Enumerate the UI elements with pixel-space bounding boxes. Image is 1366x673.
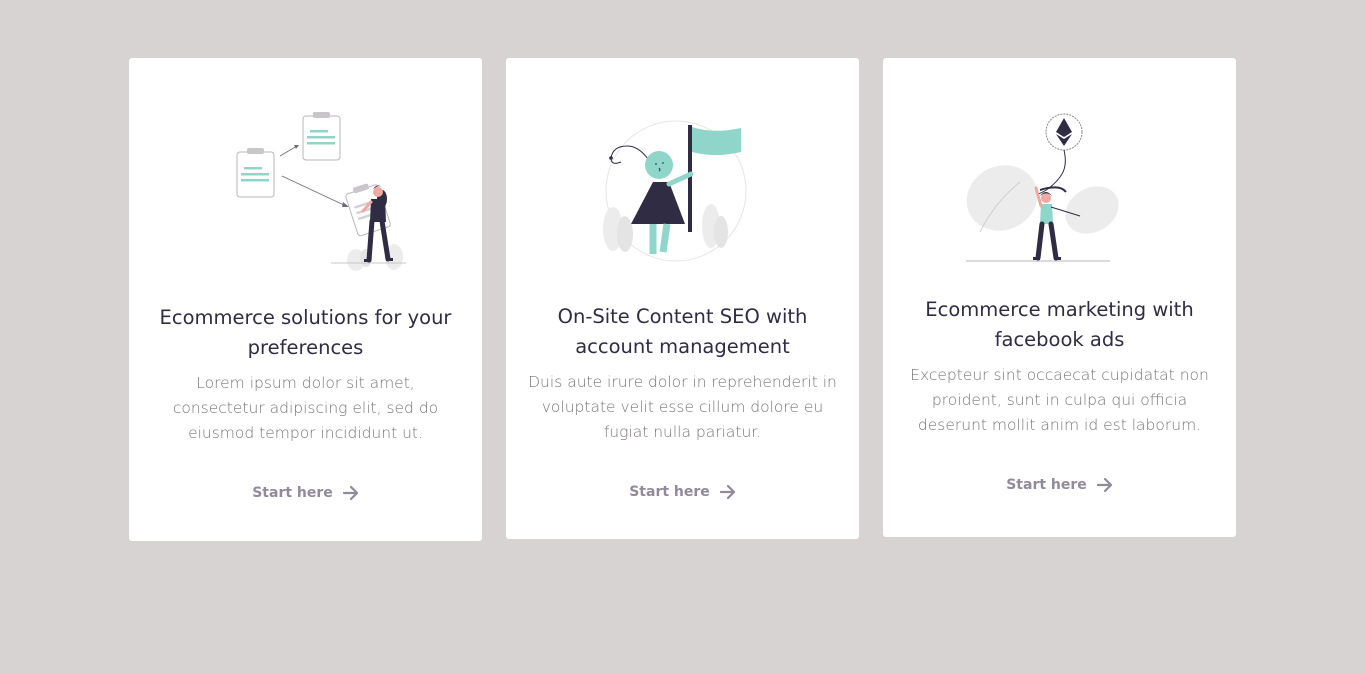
ethereum-balloon-woman-illustration (965, 113, 1119, 262)
start-here-link[interactable]: Start here (629, 484, 736, 500)
card-ecommerce-solutions: Ecommerce solutions for your preferences… (129, 58, 482, 541)
arrow-right-icon (1096, 478, 1112, 492)
link-label: Start here (252, 485, 333, 501)
cards-container: Ecommerce solutions for your preferences… (129, 58, 1236, 541)
arrow-right-icon (342, 486, 358, 500)
card-description: Lorem ipsum dolor sit amet, consectetur … (172, 374, 439, 442)
card-title: Ecommerce marketing with facebook ads (925, 298, 1194, 351)
link-label: Start here (629, 484, 710, 500)
card-title: Ecommerce solutions for your preferences (159, 306, 452, 359)
arrow-right-icon (719, 485, 735, 499)
card-description: Duis aute irure dolor in reprehenderit i… (528, 373, 837, 441)
start-here-link[interactable]: Start here (1006, 477, 1113, 493)
clipboard-tasks-woman-illustration (236, 112, 406, 271)
card-title: On-Site Content SEO with account managem… (557, 305, 808, 358)
card-onsite-seo: On-Site Content SEO with account managem… (506, 58, 859, 539)
start-here-link[interactable]: Start here (252, 485, 359, 501)
flag-person-illustration (602, 120, 746, 262)
card-facebook-ads: Ecommerce marketing with facebook ads Ex… (883, 58, 1236, 537)
card-description: Excepteur sint occaecat cupidatat non pr… (910, 366, 1209, 434)
link-label: Start here (1006, 477, 1087, 493)
